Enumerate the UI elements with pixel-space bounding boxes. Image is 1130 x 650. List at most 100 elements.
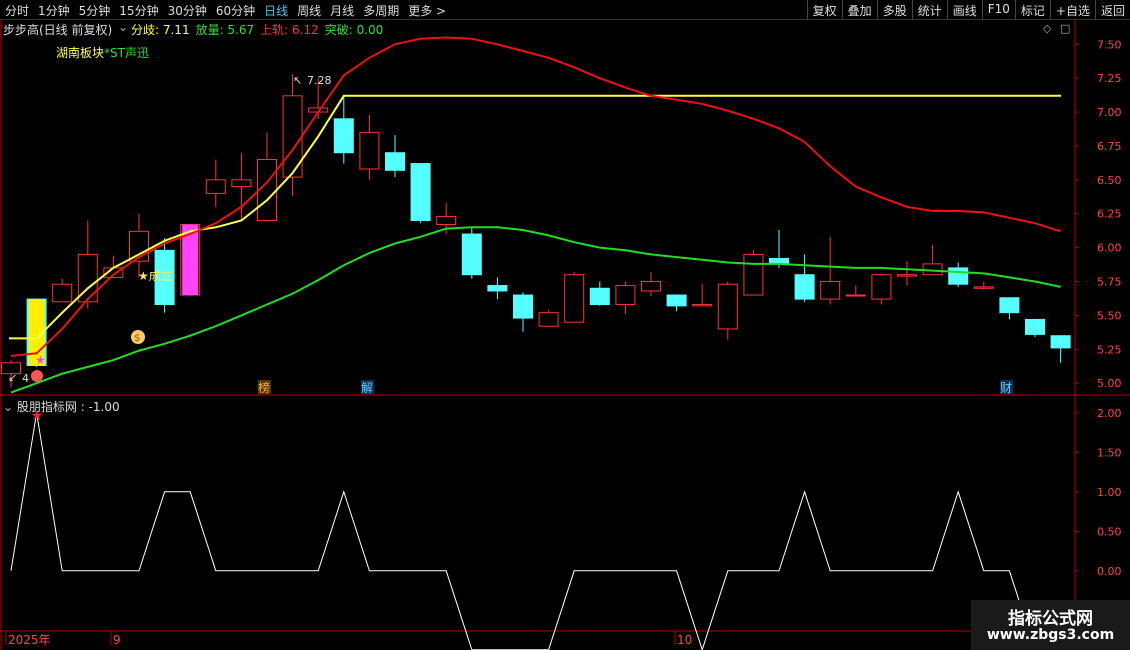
- tool-button-7[interactable]: +自选: [1049, 0, 1095, 19]
- y-tick-label: 7.50: [1097, 38, 1122, 51]
- candle-body: [871, 274, 892, 300]
- candle-body: [52, 283, 73, 303]
- candle-body: [1025, 318, 1045, 335]
- candle-body: [231, 179, 252, 188]
- candle-body: [461, 233, 482, 276]
- chart-grid: [0, 19, 1130, 650]
- candle-body: [948, 267, 969, 285]
- tool-button-2[interactable]: 多股: [876, 0, 912, 19]
- watermark-title: 指标公式网: [1008, 609, 1093, 629]
- candle-body: [666, 294, 687, 307]
- period-tab-2[interactable]: 5分钟: [74, 0, 115, 19]
- indicator-value-3: 突破: 0.00: [324, 23, 384, 37]
- sub-indicator-title: 股朋指标网 : -1.00: [16, 400, 120, 414]
- period-tab-4[interactable]: 30分钟: [163, 0, 211, 19]
- y-tick-label: 6.75: [1097, 140, 1122, 153]
- indicator-lines: [9, 36, 1061, 394]
- candle-body: [641, 280, 661, 292]
- tool-button-5[interactable]: F10: [981, 0, 1015, 19]
- candle-body: [410, 163, 431, 221]
- candle-body: [538, 312, 559, 327]
- candle-body: [845, 294, 866, 297]
- indicator-line: [10, 36, 1061, 357]
- marker-label: 解: [361, 381, 373, 395]
- tool-buttons: 复权 叠加 多股 统计 画线 F10 标记 +自选 返回: [806, 0, 1130, 19]
- period-tab-6[interactable]: 日线: [259, 0, 292, 19]
- period-tab-3[interactable]: 15分钟: [114, 0, 162, 19]
- period-tab-10[interactable]: 更多 >: [403, 0, 450, 19]
- sub-y-tick-label: 0.00: [1097, 565, 1122, 578]
- candle-body: [973, 286, 994, 289]
- candle-body: [513, 294, 533, 319]
- period-tab-1[interactable]: 1分钟: [33, 0, 74, 19]
- signal-label: ★成立: [138, 268, 173, 283]
- candle-body: [692, 304, 713, 307]
- period-tabs: 分时 1分钟 5分钟 15分钟 30分钟 60分钟 日线 周线 月线 多周期 更多 >: [0, 0, 450, 19]
- indicator-values: 分歧: 7.11 放量: 5.67 上轨: 6.12 突破: 0.00: [131, 21, 383, 38]
- stock-title: 步步高(日线 前复权): [3, 23, 113, 37]
- money-bag-symbol: $: [134, 333, 140, 344]
- toolbar: 分时 1分钟 5分钟 15分钟 30分钟 60分钟 日线 周线 月线 多周期 更多 > 复权 叠加 多股…: [0, 0, 1130, 20]
- indicator-value-2: 上轨: 6.12: [260, 23, 319, 37]
- marker-label: 财: [1000, 381, 1012, 395]
- chart-canvas[interactable]: ★ 7.50 7.25 7.00 6.75 6.50 6.25 6.00 5.75 5.50 5.…: [0, 0, 1130, 650]
- watermark-url: www.zbgs3.com: [986, 627, 1115, 643]
- indicator-line: [35, 94, 1061, 340]
- period-tab-5[interactable]: 60分钟: [211, 0, 259, 19]
- y-tick-label: 5.25: [1097, 343, 1122, 356]
- sub-y-tick-label: 1.50: [1097, 446, 1122, 459]
- period-tab-9[interactable]: 多周期: [358, 0, 403, 19]
- badge-icon: [31, 370, 43, 382]
- candle-body: [205, 179, 226, 194]
- chart-labels: 7.50 7.25 7.00 6.75 6.50 6.25 6.00 5.75 5.50 5.25…: [8, 38, 1122, 647]
- watermark: 指标公式网 www.zbgs3.com: [971, 600, 1130, 650]
- collapse-icon[interactable]: ⌄: [3, 400, 17, 414]
- tool-button-4[interactable]: 画线: [946, 0, 982, 19]
- candle-body: [794, 274, 815, 300]
- low-arrow-icon: ↙: [8, 371, 17, 384]
- sector-label: 湖南板块: [56, 46, 105, 60]
- y-tick-label: 6.00: [1097, 242, 1122, 255]
- y-tick-label: 7.25: [1097, 72, 1122, 85]
- diamond-icon[interactable]: ◇: [1043, 22, 1051, 35]
- tool-button-3[interactable]: 统计: [911, 0, 947, 19]
- candle-body: [589, 287, 610, 306]
- period-tab-7[interactable]: 周线: [292, 0, 325, 19]
- collapse-icon[interactable]: ⌄: [118, 20, 128, 34]
- sub-title-row: ⌄ 股朋指标网 : -1.00: [3, 398, 120, 415]
- sub-indicator: ★: [10, 408, 1061, 650]
- candle-body: [999, 297, 1020, 314]
- high-price-label: 7.28: [307, 74, 332, 87]
- y-tick-label: 7.00: [1097, 106, 1122, 119]
- candle-body: [743, 253, 764, 296]
- y-tick-label: 5.75: [1097, 275, 1122, 288]
- tool-button-6[interactable]: 标记: [1014, 0, 1050, 19]
- period-tab-0[interactable]: 分时: [0, 0, 33, 19]
- x-axis-label: 9: [113, 633, 121, 647]
- candle-body: [385, 152, 405, 171]
- x-axis-label: 2025年: [8, 633, 51, 647]
- candle-body: [487, 285, 508, 292]
- candle-body: [820, 280, 841, 300]
- y-tick-label: 6.25: [1097, 208, 1122, 221]
- y-tick-label: 5.00: [1097, 377, 1122, 390]
- sub-series-line: [10, 412, 1061, 650]
- period-tab-8[interactable]: 月线: [325, 0, 358, 19]
- candle-body: [897, 274, 917, 277]
- high-arrow-icon: ↖: [293, 74, 302, 87]
- square-icon[interactable]: □: [1060, 22, 1070, 35]
- candle-body: [615, 285, 636, 306]
- sub-y-tick-label: 0.50: [1097, 525, 1122, 538]
- y-tick-label: 5.50: [1097, 309, 1122, 322]
- candle-body: [717, 283, 738, 330]
- sub-y-tick-label: 2.00: [1097, 407, 1122, 420]
- candle-body: [436, 215, 457, 226]
- tool-button-1[interactable]: 叠加: [841, 0, 877, 19]
- low-price-label: 4: [22, 372, 29, 385]
- pink-star-icon: ★: [35, 353, 46, 367]
- candle-body: [1050, 335, 1071, 349]
- sub-y-tick-label: 1.00: [1097, 486, 1122, 499]
- tool-button-8[interactable]: 返回: [1094, 0, 1130, 19]
- sector-stock[interactable]: *ST声迅: [104, 44, 149, 61]
- tool-button-0[interactable]: 复权: [806, 0, 842, 19]
